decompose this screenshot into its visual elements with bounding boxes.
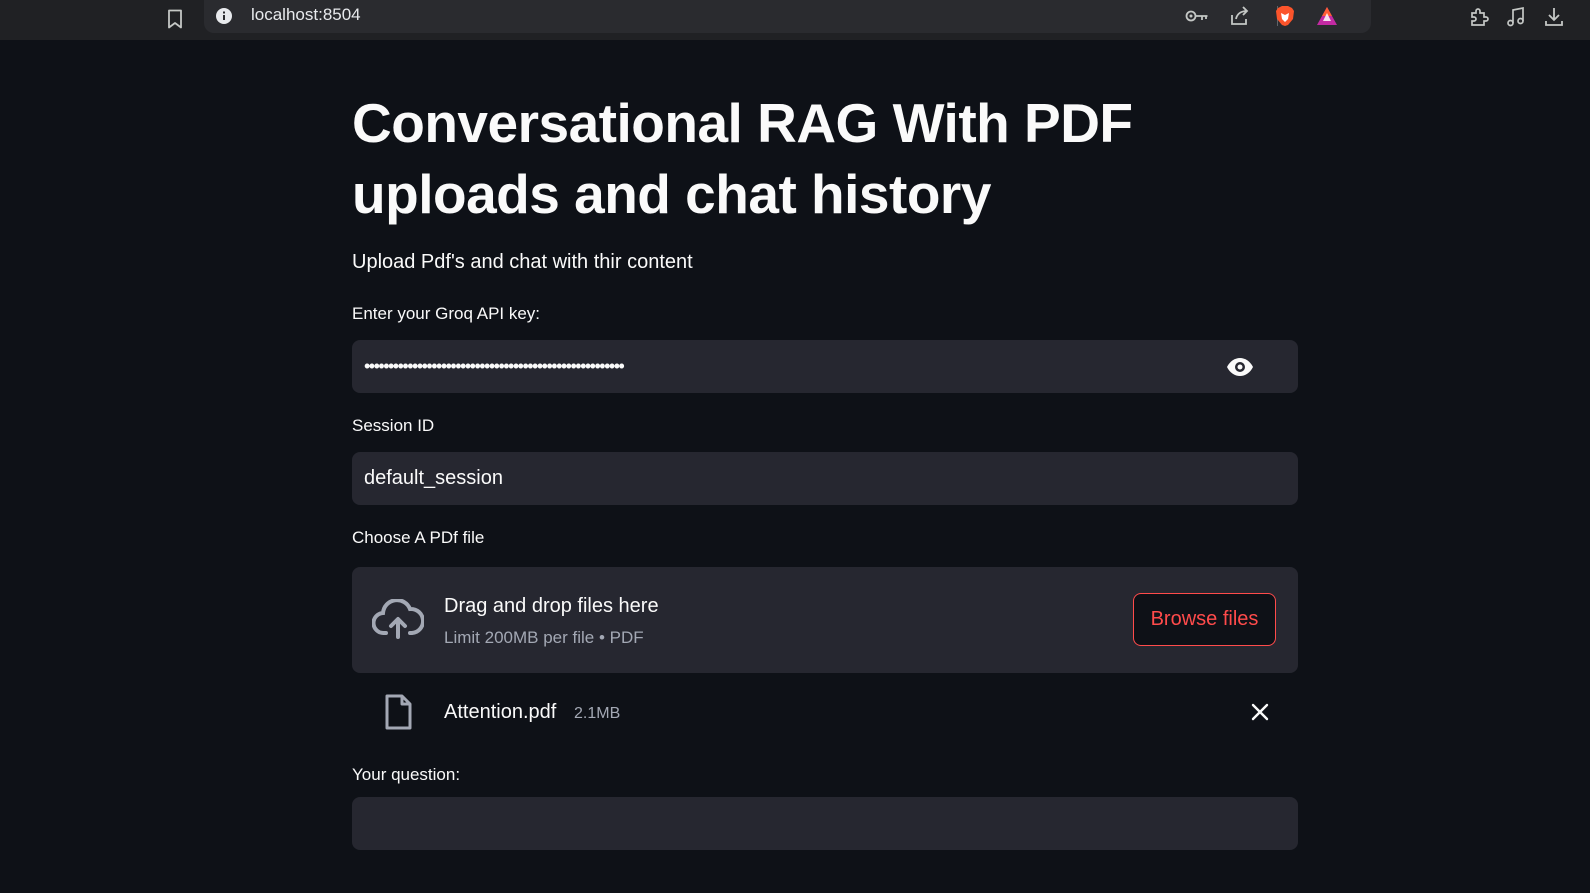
cloud-upload-icon: [372, 599, 424, 639]
file-uploader-label: Choose A PDf file: [352, 528, 485, 547]
api-key-input[interactable]: ••••••••••••••••••••••••••••••••••••••••…: [352, 340, 1298, 393]
question-label: Your question:: [352, 765, 461, 784]
uploaded-file-name: Attention.pdf: [444, 701, 557, 723]
url-text[interactable]: localhost:8504: [251, 4, 361, 26]
question-input[interactable]: [352, 797, 1298, 850]
file-dropzone[interactable]: Drag and drop files here Limit 200MB per…: [352, 567, 1298, 673]
browser-toolbar: localhost:8504: [0, 0, 1590, 40]
file-icon: [385, 694, 412, 730]
extensions-icon[interactable]: [1465, 3, 1493, 31]
dropzone-instructions: Drag and drop files here: [444, 595, 659, 617]
browse-files-button[interactable]: Browse files: [1133, 593, 1276, 646]
uploaded-file-size: 2.1MB: [574, 705, 621, 722]
show-password-eye-icon[interactable]: [1225, 352, 1255, 382]
address-bar[interactable]: localhost:8504: [204, 0, 1371, 33]
download-icon[interactable]: [1540, 3, 1568, 31]
remove-file-close-icon[interactable]: [1248, 700, 1272, 724]
media-icon[interactable]: [1502, 3, 1530, 31]
page-title: Conversational RAG With PDF uploads and …: [352, 92, 1133, 225]
dropzone-limit: Limit 200MB per file • PDF: [444, 628, 644, 647]
session-id-value[interactable]: default_session: [364, 452, 503, 505]
brave-shield-icon[interactable]: [1272, 3, 1298, 29]
info-icon[interactable]: [214, 6, 234, 26]
api-key-value[interactable]: ••••••••••••••••••••••••••••••••••••••••…: [364, 340, 625, 393]
key-icon[interactable]: [1184, 3, 1210, 29]
share-icon[interactable]: [1226, 3, 1252, 29]
uploaded-file-item: Attention.pdf 2.1MB: [352, 688, 1298, 738]
brave-rewards-icon[interactable]: [1314, 3, 1340, 29]
api-key-label: Enter your Groq API key:: [352, 304, 541, 323]
session-id-input[interactable]: default_session: [352, 452, 1298, 505]
page-subtitle: Upload Pdf's and chat with thir content: [352, 251, 693, 273]
session-id-label: Session ID: [352, 416, 435, 435]
bookmark-icon[interactable]: [162, 5, 188, 33]
